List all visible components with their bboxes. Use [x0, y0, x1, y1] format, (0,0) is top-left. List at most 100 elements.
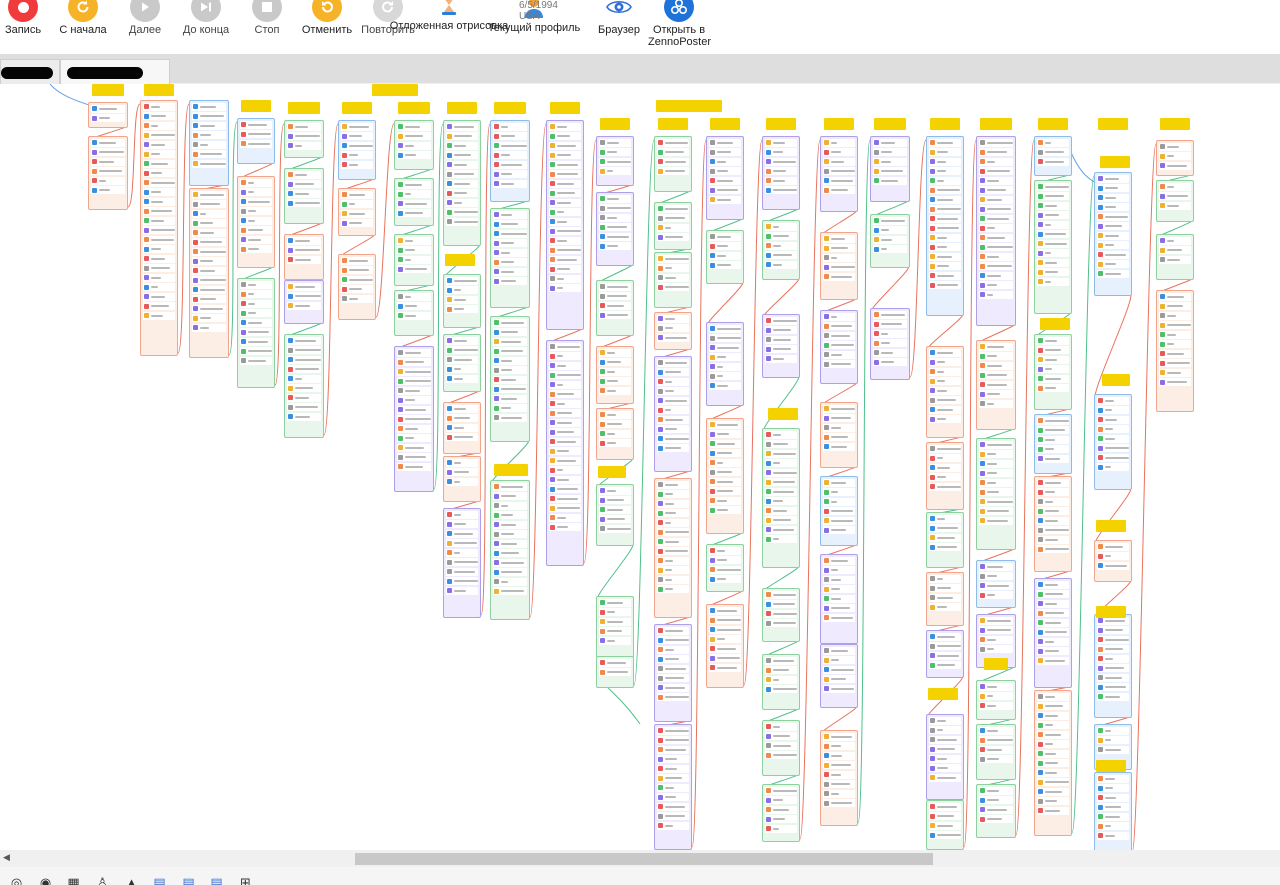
action-node[interactable] — [549, 342, 581, 351]
action-group[interactable] — [654, 202, 692, 250]
action-node[interactable] — [979, 516, 1013, 525]
action-group[interactable] — [284, 168, 324, 224]
action-node[interactable] — [240, 216, 272, 225]
action-node[interactable] — [240, 318, 272, 327]
action-node[interactable] — [1037, 618, 1069, 627]
group-label[interactable] — [1096, 606, 1126, 618]
action-node[interactable] — [1097, 552, 1129, 560]
action-group[interactable] — [1034, 180, 1072, 314]
action-node[interactable] — [446, 151, 478, 159]
action-node[interactable] — [1097, 203, 1129, 211]
record-button[interactable]: Запись — [5, 0, 41, 54]
action-node[interactable] — [143, 283, 175, 291]
action-node[interactable] — [657, 518, 689, 527]
action-node[interactable] — [823, 585, 855, 593]
action-node[interactable] — [657, 444, 689, 452]
action-node[interactable] — [709, 663, 741, 672]
action-node[interactable] — [979, 262, 1013, 270]
action-node[interactable] — [979, 243, 1013, 251]
action-node[interactable] — [765, 516, 797, 524]
action-node[interactable] — [657, 774, 689, 782]
action-node[interactable] — [240, 130, 272, 138]
action-node[interactable] — [929, 514, 961, 523]
action-node[interactable] — [765, 222, 797, 231]
action-node[interactable] — [765, 260, 797, 269]
action-node[interactable] — [143, 188, 175, 196]
horizontal-scrollbar[interactable]: ◀ — [0, 851, 1280, 867]
action-node[interactable] — [873, 148, 907, 156]
action-node[interactable] — [1159, 236, 1191, 245]
action-node[interactable] — [446, 374, 478, 383]
action-node[interactable] — [979, 399, 1013, 408]
action-node[interactable] — [979, 572, 1013, 580]
action-node[interactable] — [1097, 231, 1129, 240]
action-node[interactable] — [765, 732, 797, 740]
action-node[interactable] — [1037, 507, 1069, 515]
action-node[interactable] — [549, 284, 581, 292]
action-node[interactable] — [979, 815, 1013, 823]
action-node[interactable] — [493, 587, 527, 595]
action-node[interactable] — [1037, 365, 1069, 373]
action-node[interactable] — [929, 386, 961, 395]
action-node[interactable] — [979, 205, 1013, 213]
action-group[interactable] — [546, 120, 584, 330]
action-group[interactable] — [1094, 394, 1132, 490]
action-node[interactable] — [1037, 488, 1069, 496]
action-group[interactable] — [654, 312, 692, 350]
action-node[interactable] — [549, 170, 581, 178]
action-node[interactable] — [493, 520, 527, 529]
action-node[interactable] — [397, 424, 431, 433]
action-node[interactable] — [823, 656, 855, 664]
action-node[interactable] — [143, 102, 175, 111]
action-node[interactable] — [1097, 654, 1129, 663]
action-node[interactable] — [657, 368, 689, 376]
action-node[interactable] — [1037, 768, 1069, 777]
action-node[interactable] — [979, 478, 1013, 487]
action-node[interactable] — [657, 664, 689, 673]
action-group[interactable] — [1156, 140, 1194, 176]
action-node[interactable] — [929, 754, 961, 763]
action-group[interactable] — [762, 314, 800, 378]
group-label[interactable] — [766, 118, 796, 130]
action-node[interactable] — [657, 683, 689, 692]
action-node[interactable] — [657, 736, 689, 744]
action-group[interactable] — [820, 476, 858, 546]
action-node[interactable] — [397, 311, 431, 320]
action-group[interactable] — [88, 102, 128, 128]
action-node[interactable] — [979, 459, 1013, 468]
group-label[interactable] — [372, 84, 418, 96]
action-group[interactable] — [443, 120, 481, 246]
action-node[interactable] — [929, 396, 961, 404]
group-label[interactable] — [494, 464, 528, 476]
action-node[interactable] — [873, 157, 907, 166]
action-node[interactable] — [765, 805, 797, 814]
action-node[interactable] — [599, 668, 631, 676]
action-node[interactable] — [143, 131, 175, 139]
action-node[interactable] — [979, 176, 1013, 185]
action-group[interactable] — [1156, 234, 1194, 280]
action-node[interactable] — [657, 793, 689, 801]
action-node[interactable] — [446, 346, 478, 354]
action-node[interactable] — [397, 141, 431, 150]
action-group[interactable] — [1034, 414, 1072, 474]
action-node[interactable] — [979, 138, 1013, 147]
action-node[interactable] — [823, 234, 855, 243]
group-label[interactable] — [144, 84, 174, 96]
action-node[interactable] — [873, 176, 907, 185]
group-label[interactable] — [1102, 374, 1130, 386]
action-node[interactable] — [765, 535, 797, 543]
action-node[interactable] — [397, 405, 431, 414]
action-node[interactable] — [657, 547, 689, 555]
group-label[interactable] — [984, 658, 1008, 670]
action-node[interactable] — [549, 122, 581, 131]
action-node[interactable] — [240, 188, 272, 196]
action-group[interactable] — [820, 402, 858, 468]
action-group[interactable] — [820, 136, 858, 212]
action-node[interactable] — [143, 264, 175, 272]
action-node[interactable] — [287, 365, 321, 373]
action-group[interactable] — [443, 508, 481, 618]
action-node[interactable] — [709, 372, 741, 380]
action-node[interactable] — [143, 254, 175, 263]
action-node[interactable] — [143, 121, 175, 130]
action-node[interactable] — [1159, 349, 1191, 358]
